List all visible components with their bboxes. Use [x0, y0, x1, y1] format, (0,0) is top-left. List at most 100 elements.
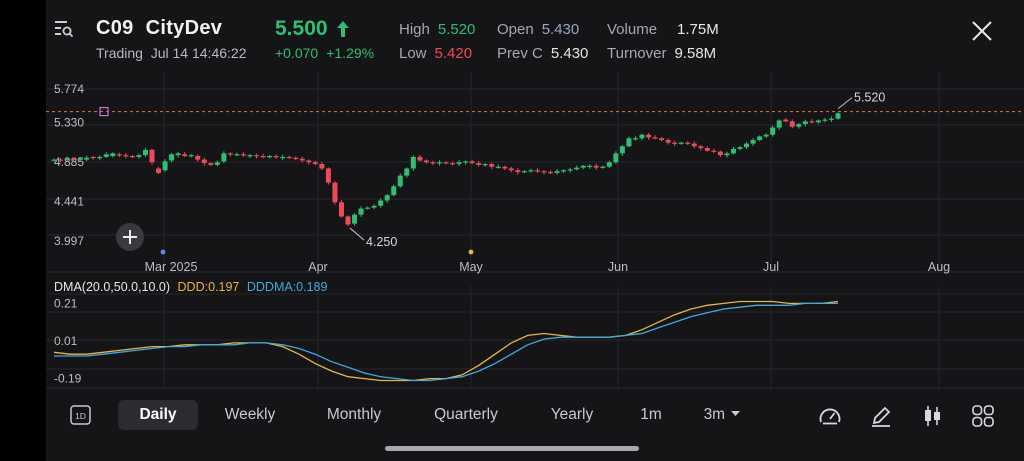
- stock-name: CityDev: [145, 17, 223, 39]
- candle-body: [613, 153, 619, 163]
- candlestick-icon[interactable]: [920, 404, 944, 428]
- candle-body: [365, 207, 371, 209]
- date-tick-label: Jul: [763, 260, 779, 274]
- calendar-1d-icon: 1D: [70, 405, 91, 425]
- candle-body: [234, 154, 240, 156]
- candle-body: [123, 155, 129, 157]
- candle-body: [286, 156, 292, 159]
- candle-body: [214, 162, 220, 165]
- candle-body: [436, 162, 442, 164]
- dma-tick-label: 0.01: [54, 334, 78, 348]
- candle-body: [51, 159, 57, 161]
- candle-body: [293, 157, 299, 160]
- price-tick-label: 3.997: [54, 234, 84, 248]
- price-axis-labels: 5.7745.3304.8854.4413.997: [54, 82, 84, 248]
- last-price: 5.500: [275, 17, 328, 40]
- candle-body: [273, 156, 279, 158]
- candle-body: [352, 214, 358, 224]
- grid-icon[interactable]: [971, 404, 995, 428]
- stock-symbol: C09: [96, 17, 134, 39]
- price-tick-label: 5.774: [54, 82, 84, 96]
- price-chart[interactable]: 5.7745.3304.8854.4413.997 Mar 2025 Apr May…: [46, 72, 1024, 390]
- candle-body: [397, 175, 403, 187]
- candle-body: [378, 200, 384, 206]
- dma-tick-label: 0.21: [54, 296, 78, 310]
- price-tick-label: 5.330: [54, 115, 84, 129]
- candle-body: [319, 164, 325, 169]
- tab-3m-label: 3m: [703, 406, 726, 423]
- candle-body: [58, 159, 64, 161]
- candle-body: [240, 154, 246, 156]
- candle-body: [188, 155, 194, 157]
- candle-body: [515, 170, 521, 173]
- candle-body: [632, 138, 638, 140]
- candle-body: [227, 153, 233, 155]
- candle-body: [136, 155, 142, 157]
- list-search-icon[interactable]: [54, 18, 74, 38]
- candle-body: [306, 160, 312, 163]
- candle-body: [822, 119, 828, 121]
- tab-3m[interactable]: 3m: [702, 400, 742, 430]
- home-indicator[interactable]: [385, 446, 639, 451]
- candle-body: [208, 163, 214, 165]
- candle-body: [142, 149, 148, 156]
- candle-body: [606, 162, 612, 167]
- candle-body: [711, 150, 717, 152]
- candle-body: [129, 156, 135, 158]
- candle-body: [312, 162, 318, 165]
- candle-body: [534, 170, 540, 172]
- tab-1m[interactable]: 1m: [634, 400, 668, 430]
- candle-body: [802, 121, 808, 125]
- candle-body: [482, 164, 488, 166]
- candle-body: [162, 161, 168, 171]
- candle-body: [384, 195, 390, 201]
- add-indicator-button[interactable]: [116, 223, 144, 251]
- gauge-icon[interactable]: [818, 404, 842, 428]
- candle-body: [64, 158, 70, 160]
- candle-body: [561, 170, 567, 172]
- candle-body: [587, 165, 593, 168]
- pen-icon[interactable]: [869, 404, 893, 428]
- candle-body: [744, 143, 750, 148]
- date-tick-label: Apr: [308, 260, 327, 274]
- tab-daily[interactable]: Daily: [118, 400, 198, 430]
- tab-quarterly[interactable]: Quarterly: [426, 400, 506, 430]
- candle-body: [600, 166, 606, 168]
- stat-low: Low 5.420: [399, 45, 473, 62]
- candle-body: [325, 168, 331, 183]
- candle-body: [548, 172, 554, 174]
- candle-body: [672, 142, 678, 144]
- candle-body: [299, 158, 305, 161]
- event-dot: [468, 249, 474, 255]
- candle-body: [567, 169, 573, 171]
- close-icon[interactable]: [971, 20, 993, 42]
- candle-body: [678, 142, 684, 144]
- candle-body: [371, 205, 377, 208]
- candle-body: [665, 140, 671, 143]
- intraday-button[interactable]: 1D: [68, 400, 94, 430]
- candle-body: [541, 171, 547, 173]
- price-tick-label: 4.441: [54, 195, 84, 209]
- candle-body: [763, 134, 769, 137]
- candle-body: [456, 162, 462, 165]
- candle-body: [815, 120, 821, 123]
- stat-open: Open 5.430: [497, 21, 580, 38]
- candle-body: [280, 156, 286, 159]
- candle-body: [169, 154, 175, 161]
- date-tick-label: Mar 2025: [145, 260, 198, 274]
- candle-body: [90, 156, 96, 159]
- tab-yearly[interactable]: Yearly: [542, 400, 602, 430]
- dma-title: DMA(20.0,50.0,10.0): [54, 280, 170, 294]
- candle-body: [103, 154, 109, 157]
- candle-body: [528, 170, 534, 172]
- tab-weekly[interactable]: Weekly: [214, 400, 286, 430]
- candle-body: [796, 124, 802, 127]
- candle-body: [770, 127, 776, 135]
- candle-body: [685, 142, 691, 144]
- low-annotation-label: 4.250: [366, 235, 397, 249]
- date-tick-label: Jun: [608, 260, 628, 274]
- candle-body: [338, 202, 344, 217]
- tab-monthly[interactable]: Monthly: [316, 400, 392, 430]
- candle-body: [580, 165, 586, 168]
- event-dot: [160, 249, 166, 255]
